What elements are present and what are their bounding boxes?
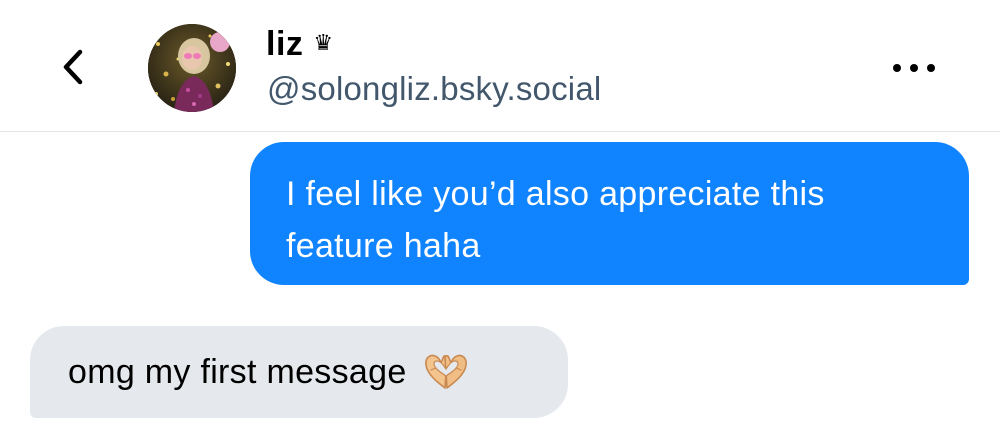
more-horizontal-icon [893, 64, 935, 72]
conversation-header: liz ♛ @solongliz.bsky.social [0, 0, 1000, 132]
heart-hands-emoji-icon [423, 352, 469, 392]
more-options-button[interactable] [884, 48, 944, 88]
outgoing-message-bubble[interactable]: I feel like you’d also appreciate this f… [250, 142, 969, 285]
back-button[interactable] [50, 44, 96, 90]
user-avatar-photo [148, 24, 236, 112]
user-handle: @solongliz.bsky.social [267, 70, 602, 107]
message-text: I feel like you’d also appreciate this f… [286, 175, 825, 265]
message-text: omg my first message [68, 352, 407, 391]
incoming-message-bubble[interactable]: omg my first message [30, 326, 568, 418]
chevron-left-icon [63, 49, 83, 85]
chat-screen: liz ♛ @solongliz.bsky.social I feel like… [0, 0, 1000, 439]
display-name[interactable]: liz [266, 25, 303, 64]
avatar[interactable] [148, 24, 236, 112]
crown-icon: ♛ [313, 31, 334, 56]
name-row: liz ♛ [266, 22, 333, 66]
